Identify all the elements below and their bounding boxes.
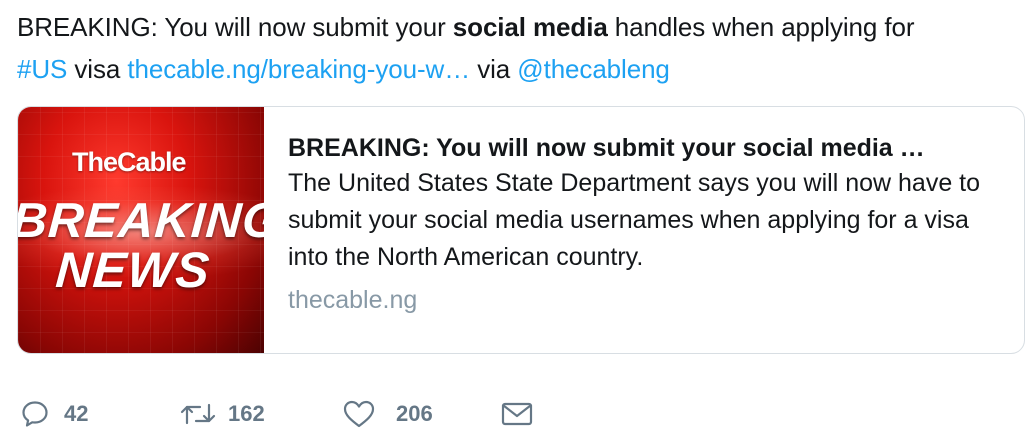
article-url-link[interactable]: thecable.ng/breaking-you-w… [127,54,470,84]
card-description: The United States State Department says … [288,169,981,271]
tweet-text-part: via [470,54,518,84]
tweet-text: BREAKING: You will now submit your socia… [17,6,1017,90]
tweet-text-part: handles when applying for [607,12,915,42]
like-icon [342,399,376,429]
retweet-icon [178,399,218,429]
message-icon [500,399,534,429]
retweet-count: 162 [228,401,265,426]
card-thumbnail-news: NEWS [54,242,212,298]
tweet-actions: 42 162 206 [20,394,620,434]
reply-icon [20,399,50,429]
card-body: BREAKING: You will now submit your socia… [288,129,1004,315]
tweet-text-part: visa [67,54,128,84]
card-thumbnail: TheCable BREAKING NEWS [18,107,264,353]
card-title: BREAKING: You will now submit your socia… [288,134,925,162]
like-button[interactable]: 206 [342,394,433,434]
tweet-text-part: BREAKING: You will now submit your [17,12,453,42]
hashtag-link[interactable]: #US [17,54,67,84]
tweet-text-bold: social media [452,12,608,42]
like-count: 206 [396,401,433,426]
direct-message-button[interactable] [500,394,534,434]
card-thumbnail-brand: TheCable [72,147,187,177]
card-domain: thecable.ng [288,286,418,314]
mention-link[interactable]: @thecableng [517,54,670,84]
reply-button[interactable]: 42 [20,394,88,434]
reply-count: 42 [64,401,89,426]
link-preview-card[interactable]: TheCable BREAKING NEWS BREAKING: You wil… [17,106,1025,354]
retweet-button[interactable]: 162 [178,394,265,434]
